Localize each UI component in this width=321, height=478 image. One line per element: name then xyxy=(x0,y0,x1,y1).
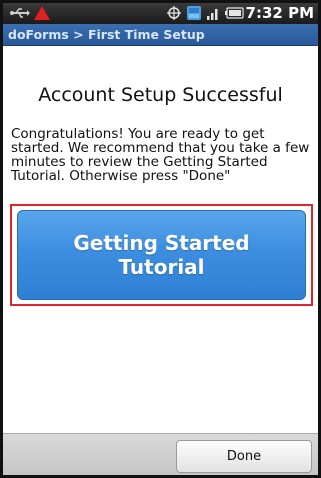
status-time: 7:32 PM xyxy=(245,4,314,22)
gps-icon xyxy=(167,6,181,20)
3g-icon xyxy=(187,6,201,20)
warning-icon xyxy=(34,6,50,20)
tutorial-highlight-box: Getting Started Tutorial xyxy=(10,204,313,306)
done-button[interactable]: Done xyxy=(176,440,312,473)
getting-started-tutorial-button[interactable]: Getting Started Tutorial xyxy=(17,210,306,300)
battery-icon xyxy=(225,7,244,19)
main-content: Account Setup Successful Congratulations… xyxy=(3,46,318,436)
phone-screen: 7:32 PM doForms > First Time Setup Accou… xyxy=(0,0,321,478)
title-bar: doForms > First Time Setup xyxy=(3,24,318,46)
usb-icon xyxy=(10,8,30,18)
tutorial-button-label: Getting Started Tutorial xyxy=(73,231,250,279)
setup-heading: Account Setup Successful xyxy=(38,84,283,106)
page-title: doForms > First Time Setup xyxy=(8,27,205,42)
status-bar: 7:32 PM xyxy=(3,3,318,24)
bottom-bar: Done xyxy=(3,433,318,475)
setup-message: Congratulations! You are ready to get st… xyxy=(11,126,310,184)
signal-icon xyxy=(207,9,218,20)
